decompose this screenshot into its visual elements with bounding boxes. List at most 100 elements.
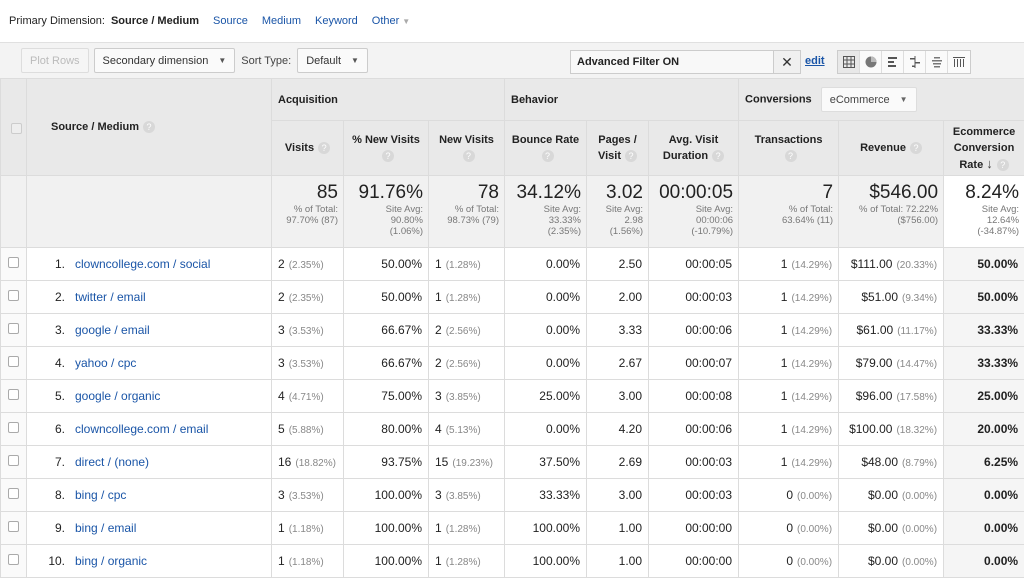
value: 15 <box>435 455 449 469</box>
pct-of-total: (0.00%) <box>797 557 833 568</box>
row-new-visits: 2 (2.56%) <box>428 313 505 347</box>
col-header-conversion-rate[interactable]: Ecommerce Conversion Rate ↓? <box>943 120 1024 176</box>
row-source-medium-link[interactable]: bing / email <box>75 521 136 535</box>
pie-view-icon[interactable] <box>860 51 882 73</box>
row-pages-visit: 3.00 <box>586 478 649 512</box>
col-header-pages-visit[interactable]: Pages / Visit? <box>586 120 649 176</box>
row-select-cell <box>0 412 27 446</box>
help-icon[interactable]: ? <box>784 150 797 162</box>
row-revenue: $61.00 (11.17%) <box>838 313 945 347</box>
row-select-cell <box>0 247 27 281</box>
behavior-group-header: Behavior <box>503 78 740 121</box>
row-bounce-rate: 0.00% <box>504 247 587 281</box>
help-icon[interactable]: ? <box>541 150 554 162</box>
pct-of-total: (2.56%) <box>445 359 481 370</box>
value: $0.00 <box>867 521 899 535</box>
help-icon[interactable]: ? <box>909 142 922 154</box>
summary-note: Site Avg: <box>981 204 1020 215</box>
row-source-medium-link[interactable]: clowncollege.com / social <box>75 257 210 271</box>
row-source-medium-link[interactable]: google / email <box>75 323 150 337</box>
pct-of-total: (14.29%) <box>791 293 833 304</box>
pivot-view-icon[interactable] <box>948 51 970 73</box>
performance-view-icon[interactable] <box>882 51 904 73</box>
edit-filter-link[interactable]: edit <box>805 55 825 67</box>
dimension-keyword-link[interactable]: Keyword <box>315 15 358 27</box>
pct-of-total: (5.13%) <box>445 425 481 436</box>
row-visits: 2 (2.35%) <box>271 280 344 314</box>
col-header-bounce-rate[interactable]: Bounce Rate? <box>504 120 587 176</box>
row-pages-visit: 2.00 <box>586 280 649 314</box>
table-view-icon[interactable] <box>838 51 860 73</box>
row-avg-duration: 00:00:00 <box>647 511 740 545</box>
conversions-type-dropdown[interactable]: eCommerce ▼ <box>820 87 917 112</box>
col-header-visits[interactable]: Visits? <box>271 120 344 176</box>
help-icon[interactable]: ? <box>462 150 475 162</box>
row-bounce-rate: 100.00% <box>504 511 587 545</box>
dimension-medium-link[interactable]: Medium <box>262 15 301 27</box>
pct-of-total: (3.53%) <box>288 326 324 337</box>
pct-of-total: (8.79%) <box>902 458 938 469</box>
row-checkbox[interactable] <box>8 521 19 532</box>
summary-value: 78 <box>477 182 499 203</box>
row-checkbox[interactable] <box>8 323 19 334</box>
row-conversion-rate: 6.25% <box>943 445 1024 479</box>
term-cloud-icon[interactable] <box>926 51 948 73</box>
row-checkbox[interactable] <box>8 455 19 466</box>
row-source-medium-link[interactable]: yahoo / cpc <box>75 356 136 370</box>
row-source-medium-link[interactable]: clowncollege.com / email <box>75 422 208 436</box>
row-pct-new-visits: 50.00% <box>343 280 429 314</box>
summary-conversion-rate: 8.24% Site Avg: 12.64% (-34.87%) <box>943 175 1024 248</box>
col-header-pct-new-visits[interactable]: % New Visits? <box>343 120 429 176</box>
value: 3 <box>435 389 442 403</box>
sort-type-dropdown[interactable]: Default ▼ <box>297 48 368 73</box>
summary-note: Site Avg: <box>385 204 423 215</box>
row-avg-duration: 00:00:03 <box>647 478 740 512</box>
help-icon[interactable]: ? <box>625 150 638 162</box>
summary-value: 00:00:05 <box>659 182 734 203</box>
table-row: 6. clowncollege.com / email 5 (5.88%) 80.00%… <box>0 412 1024 446</box>
value: 0 <box>786 554 794 568</box>
col-header-transactions[interactable]: Transactions? <box>738 120 840 176</box>
row-visits: 3 (3.53%) <box>271 346 344 380</box>
help-icon[interactable]: ? <box>996 158 1009 171</box>
summary-note: 90.80% <box>390 215 423 226</box>
col-header-avg-duration[interactable]: Avg. Visit Duration? <box>647 120 740 176</box>
row-checkbox[interactable] <box>8 488 19 499</box>
row-checkbox[interactable] <box>8 356 19 367</box>
pct-of-total: (1.18%) <box>288 557 324 568</box>
row-checkbox[interactable] <box>8 290 19 301</box>
pct-of-total: (14.29%) <box>791 425 833 436</box>
dimension-source-link[interactable]: Source <box>213 15 248 27</box>
plot-rows-button[interactable]: Plot Rows <box>21 48 89 73</box>
row-checkbox[interactable] <box>8 389 19 400</box>
secondary-dimension-dropdown[interactable]: Secondary dimension ▼ <box>93 48 236 73</box>
row-checkbox[interactable] <box>8 554 19 565</box>
summary-row: 85% of Total: 97.70% (87) 91.76% Site Avg:… <box>0 175 1024 248</box>
dimension-header[interactable]: Source / Medium? <box>26 78 272 176</box>
row-checkbox[interactable] <box>8 422 19 433</box>
row-source-medium-link[interactable]: bing / cpc <box>75 488 126 502</box>
row-select-cell <box>0 280 27 314</box>
row-checkbox[interactable] <box>8 257 19 268</box>
help-icon[interactable]: ? <box>318 142 331 154</box>
row-index: 4. <box>54 356 65 370</box>
help-icon[interactable]: ? <box>382 150 394 162</box>
help-icon[interactable]: ? <box>712 150 725 162</box>
advanced-filter-box[interactable]: Advanced Filter ON ✕ <box>570 50 801 74</box>
row-source-medium-link[interactable]: twitter / email <box>75 290 146 304</box>
row-source-medium-link[interactable]: direct / (none) <box>75 455 149 469</box>
comparison-view-icon[interactable] <box>904 51 926 73</box>
row-conversion-rate: 0.00% <box>943 511 1024 545</box>
summary-note: ($756.00) <box>897 215 939 226</box>
close-icon[interactable]: ✕ <box>773 51 800 73</box>
row-avg-duration: 00:00:03 <box>647 445 740 479</box>
row-source-medium-link[interactable]: bing / organic <box>75 554 147 568</box>
select-all-checkbox[interactable] <box>11 123 22 134</box>
help-icon[interactable]: ? <box>143 121 156 133</box>
row-source-medium-link[interactable]: google / organic <box>75 389 160 403</box>
row-conversion-rate: 20.00% <box>943 412 1024 446</box>
dimension-other-dropdown[interactable]: Other ▼ <box>372 15 410 27</box>
col-header-new-visits[interactable]: New Visits? <box>428 120 505 176</box>
summary-note: % of Total: <box>293 204 338 215</box>
col-header-revenue[interactable]: Revenue? <box>838 120 945 176</box>
